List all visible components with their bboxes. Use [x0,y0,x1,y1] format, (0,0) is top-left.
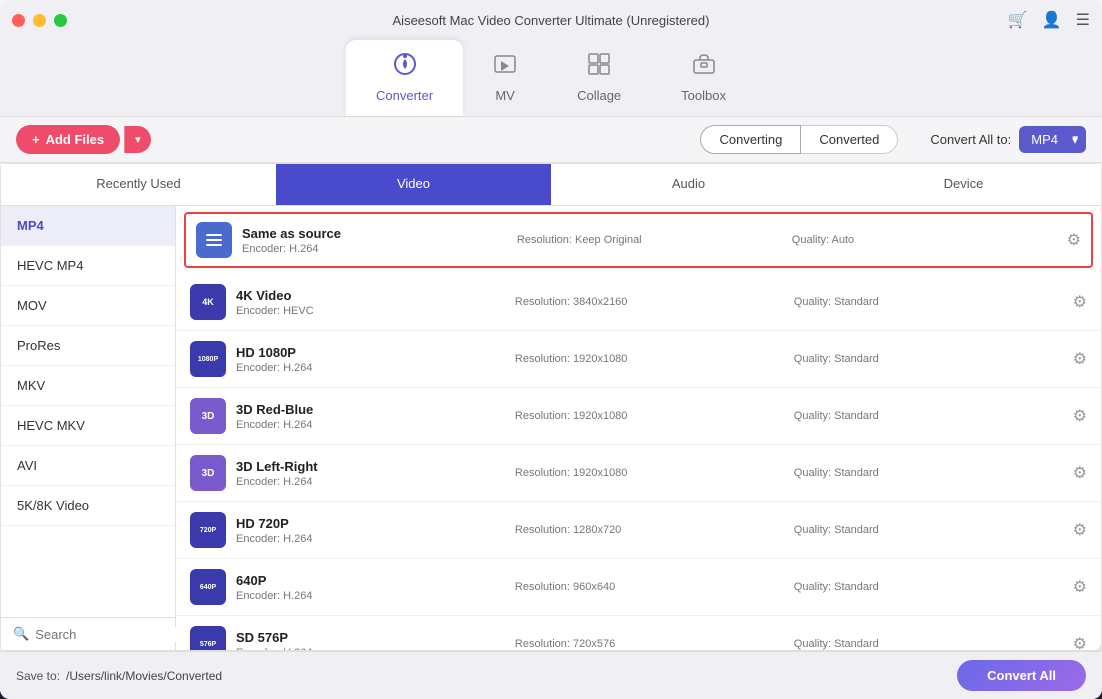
maximize-button[interactable] [54,14,67,27]
toolbox-icon [692,52,716,82]
format-search: 🔍 [1,617,175,650]
format-option-640p[interactable]: 640P 640P Encoder: H.264 Resolution: 960… [176,559,1101,616]
format-list-item-mp4[interactable]: MP4 [1,206,175,246]
format-list-item-mkv[interactable]: MKV [1,366,175,406]
plus-icon: + [32,132,40,147]
720p-icon: 720P [190,512,226,548]
format-list-item-mov[interactable]: MOV [1,286,175,326]
titlebar-actions: 🛒 👤 ☰ [1008,10,1090,30]
titlebar: Aiseesoft Mac Video Converter Ultimate (… [0,0,1102,40]
bottom-bar: Save to: /Users/link/Movies/Converted Co… [0,651,1102,699]
4k-icon: 4K [190,284,226,320]
1080p-details: HD 1080P Encoder: H.264 [236,345,505,374]
tab-toolbox[interactable]: Toolbox [651,40,756,116]
converter-icon [393,52,417,82]
gear-icon-1080p[interactable]: ⚙ [1073,349,1087,369]
format-picker: Recently Used Video Audio Device MP4 [0,163,1102,651]
format-selected-value: MP4 [1031,132,1058,147]
gear-icon-576p[interactable]: ⚙ [1073,634,1087,650]
gear-icon-3d-left-right[interactable]: ⚙ [1073,463,1087,483]
tab-converter[interactable]: Converter [346,40,463,116]
720p-details: HD 720P Encoder: H.264 [236,516,505,545]
menu-icon[interactable]: ☰ [1076,10,1090,30]
576p-icon: 576P [190,626,226,650]
minimize-button[interactable] [33,14,46,27]
convert-all-label: Convert All to: [930,132,1011,147]
format-select-wrapper[interactable]: MP4 ▾ [1019,126,1086,153]
3d-red-blue-icon: 3D [190,398,226,434]
format-option-3d-left-right[interactable]: 3D 3D Left-Right Encoder: H.264 Resoluti… [176,445,1101,502]
converting-tabs: Converting Converted [700,125,898,154]
window-title: Aiseesoft Mac Video Converter Ultimate (… [393,13,710,28]
save-path: /Users/link/Movies/Converted [66,669,222,683]
format-option-720p[interactable]: 720P HD 720P Encoder: H.264 Resolution: … [176,502,1101,559]
same-as-source-icon [196,222,232,258]
gear-icon-4k[interactable]: ⚙ [1073,292,1087,312]
save-to-label: Save to: [16,669,60,683]
tab-recently-used[interactable]: Recently Used [1,164,276,205]
tab-device[interactable]: Device [826,164,1101,205]
gear-icon-720p[interactable]: ⚙ [1073,520,1087,540]
gear-icon-same-as-source[interactable]: ⚙ [1067,230,1081,250]
same-as-source-details: Same as source Encoder: H.264 [242,226,507,255]
format-list-container: MP4 HEVC MP4 MOV ProRes MKV HEVC MKV AVI… [1,206,176,650]
1080p-icon: 1080P [190,341,226,377]
main-content: Source FLV · 19... ✦ Recently Used Video… [0,163,1102,651]
format-list: MP4 HEVC MP4 MOV ProRes MKV HEVC MKV AVI… [1,206,176,617]
format-list-item-hevc-mkv[interactable]: HEVC MKV [1,406,175,446]
tab-video[interactable]: Video [276,164,551,205]
collage-icon [587,52,611,82]
converting-tab[interactable]: Converting [700,125,801,154]
tab-mv[interactable]: MV [463,40,547,116]
tab-audio[interactable]: Audio [551,164,826,205]
format-picker-tabs: Recently Used Video Audio Device [1,164,1101,206]
nav-tabs: Converter MV Collage [0,40,1102,117]
save-to-section: Save to: /Users/link/Movies/Converted [16,669,222,683]
tab-collage[interactable]: Collage [547,40,651,116]
3d-left-right-icon: 3D [190,455,226,491]
3d-left-right-details: 3D Left-Right Encoder: H.264 [236,459,505,488]
640p-details: 640P Encoder: H.264 [236,573,505,602]
format-list-item-avi[interactable]: AVI [1,446,175,486]
format-options: Same as source Encoder: H.264 Resolution… [176,206,1101,650]
close-button[interactable] [12,14,25,27]
640p-icon: 640P [190,569,226,605]
user-icon[interactable]: 👤 [1042,10,1062,30]
convert-all-section: Convert All to: MP4 ▾ [930,126,1086,153]
mv-icon [493,52,517,82]
add-files-caret-button[interactable]: ▾ [124,126,151,153]
add-files-label: Add Files [46,132,105,147]
tab-collage-label: Collage [577,88,621,103]
tab-converter-label: Converter [376,88,433,103]
convert-all-button[interactable]: Convert All [957,660,1086,691]
576p-details: SD 576P Encoder: H.264 [236,630,505,651]
format-list-item-prores[interactable]: ProRes [1,326,175,366]
format-caret-icon: ▾ [1072,132,1078,145]
toolbar: + Add Files ▾ Converting Converted Conve… [0,117,1102,163]
format-option-1080p[interactable]: 1080P HD 1080P Encoder: H.264 Resolution… [176,331,1101,388]
format-list-item-5k8k[interactable]: 5K/8K Video [1,486,175,526]
format-picker-body: MP4 HEVC MP4 MOV ProRes MKV HEVC MKV AVI… [1,206,1101,650]
format-option-3d-red-blue[interactable]: 3D 3D Red-Blue Encoder: H.264 Resolution… [176,388,1101,445]
add-files-button[interactable]: + Add Files [16,125,120,154]
gear-icon-3d-red-blue[interactable]: ⚙ [1073,406,1087,426]
format-option-same-as-source[interactable]: Same as source Encoder: H.264 Resolution… [184,212,1093,268]
search-icon: 🔍 [13,626,29,642]
format-option-576p[interactable]: 576P SD 576P Encoder: H.264 Resolution: … [176,616,1101,650]
tab-mv-label: MV [495,88,515,103]
4k-details: 4K Video Encoder: HEVC [236,288,505,317]
format-option-4k[interactable]: 4K 4K Video Encoder: HEVC Resolution: 38… [176,274,1101,331]
3d-red-blue-details: 3D Red-Blue Encoder: H.264 [236,402,505,431]
tab-toolbox-label: Toolbox [681,88,726,103]
titlebar-buttons [12,14,67,27]
gear-icon-640p[interactable]: ⚙ [1073,577,1087,597]
converted-tab[interactable]: Converted [801,125,898,154]
cart-icon[interactable]: 🛒 [1008,10,1028,30]
format-list-item-hevc-mp4[interactable]: HEVC MP4 [1,246,175,286]
